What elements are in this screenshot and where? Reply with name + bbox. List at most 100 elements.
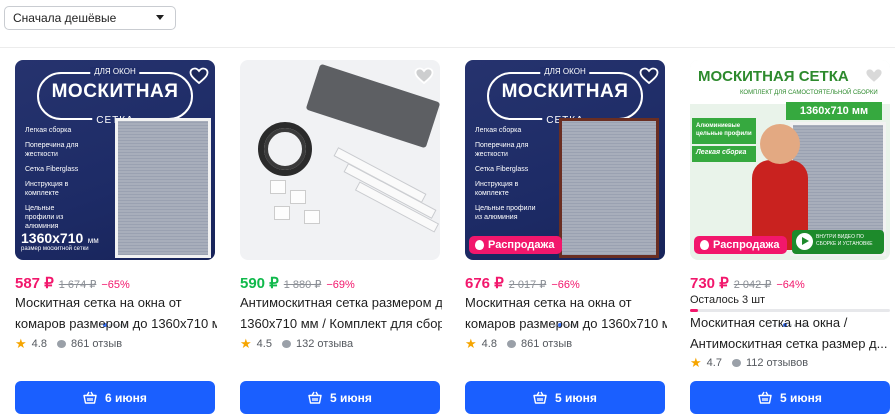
feature-item: Инструкция в комплекте <box>475 181 519 197</box>
basket-icon <box>83 391 97 404</box>
title-line: Москитная сетка на окна / <box>690 315 848 330</box>
product-image[interactable]: ДЛЯ ОКОН МОСКИТНАЯ СЕТКА Легкая сборка П… <box>465 60 665 260</box>
rating-row[interactable]: ★ 4.5 132 отзыва <box>240 336 353 352</box>
heart-icon[interactable] <box>414 66 434 86</box>
product-title[interactable]: Москитная сетка на окна от комаров разме… <box>15 292 217 334</box>
old-price: 2 042 ₽ <box>733 279 772 291</box>
image-heading: МОСКИТНАЯ СЕТКА <box>698 68 849 85</box>
chevron-down-icon <box>156 15 164 20</box>
corner-piece-image <box>270 180 286 194</box>
heart-icon[interactable] <box>189 66 209 86</box>
banner-top-text: ДЛЯ ОКОН <box>540 67 590 76</box>
product-card[interactable]: МОСКИТНАЯ СЕТКА КОМПЛЕКТ ДЛЯ САМОСТОЯТЕЛ… <box>690 60 892 419</box>
price: 587 ₽ <box>15 275 54 292</box>
rating-value: 4.7 <box>706 357 722 369</box>
corner-piece-image <box>304 210 320 224</box>
price-row: 590 ₽ 1 880 ₽ −69% <box>240 274 355 292</box>
rating-row[interactable]: ★ 4.7 112 отзывов <box>690 355 808 371</box>
feature-item: Инструкция в комплекте <box>25 181 69 197</box>
basket-icon <box>758 391 772 404</box>
delivery-date: 6 июня <box>105 390 147 405</box>
product-image[interactable]: ДЛЯ ОКОН МОСКИТНАЯ СЕТКА Легкая сборка П… <box>15 60 215 260</box>
stock-left: Осталось 3 шт <box>690 294 766 306</box>
old-price: 1 880 ₽ <box>283 279 322 291</box>
rating-value: 4.8 <box>481 338 497 350</box>
add-to-cart-button[interactable]: 5 июня <box>690 381 890 414</box>
add-to-cart-button[interactable]: 6 июня <box>15 381 215 414</box>
price: 676 ₽ <box>465 275 504 292</box>
size-label: 1360х710 мм <box>786 102 882 120</box>
product-title[interactable]: Москитная сетка на окна от комаров разме… <box>465 292 667 334</box>
size-caption: размер москитной сетки <box>21 246 89 252</box>
add-to-cart-button[interactable]: 5 июня <box>240 381 440 414</box>
feature-item: Поперечина для жесткости <box>25 142 79 158</box>
feature-badge: Алюминиевые цельные профили <box>692 118 756 144</box>
basket-icon <box>308 391 322 404</box>
feature-item: Легкая сборка <box>475 127 522 134</box>
comment-icon <box>506 340 516 348</box>
feature-item: Легкая сборка <box>25 127 72 134</box>
review-count: 861 отзыв <box>520 338 573 350</box>
product-title[interactable]: Антимоскитная сетка размером до 1360х710… <box>240 292 442 334</box>
title-line: комаров размером до 1360х710 м... <box>15 316 217 331</box>
product-image[interactable] <box>240 60 440 260</box>
sort-dropdown[interactable]: Сначала дешёвые <box>4 6 176 30</box>
rating-value: 4.5 <box>256 338 272 350</box>
product-title[interactable]: Москитная сетка на окна / Антимоскитная … <box>690 312 892 354</box>
size-value: 1360х710 <box>21 230 84 246</box>
feature-item: Сетка Fiberglass <box>25 166 79 173</box>
mesh-frame-image <box>559 118 659 258</box>
image-banner: ДЛЯ ОКОН МОСКИТНАЯ СЕТКА <box>37 67 193 126</box>
rating-row[interactable]: ★ 4.8 861 отзыв <box>15 336 122 352</box>
basket-icon <box>533 391 547 404</box>
comment-icon <box>731 359 741 367</box>
feature-item: Цельные профили из алюминия <box>475 205 536 221</box>
price-row: 676 ₽ 2 017 ₽ −66% <box>465 274 580 292</box>
feature-item: Цельные профили из алюминия <box>25 205 64 230</box>
discount: −69% <box>326 279 355 291</box>
video-badge: ВНУТРИ ВИДЕО ПО СБОРКЕ И УСТАНОВКЕ <box>792 230 884 254</box>
fire-icon <box>700 240 709 250</box>
product-card[interactable]: ДЛЯ ОКОН МОСКИТНАЯ СЕТКА Легкая сборка П… <box>465 60 667 419</box>
fire-icon <box>475 240 484 250</box>
comment-icon <box>281 340 291 348</box>
discount: −64% <box>776 279 805 291</box>
banner-main-text: МОСКИТНАЯ <box>501 81 629 102</box>
divider <box>0 47 895 48</box>
feature-item: Сетка Fiberglass <box>475 166 529 173</box>
price-row: 587 ₽ 1 674 ₽ −65% <box>15 274 130 292</box>
banner-top-text: ДЛЯ ОКОН <box>90 67 140 76</box>
product-image[interactable]: МОСКИТНАЯ СЕТКА КОМПЛЕКТ ДЛЯ САМОСТОЯТЕЛ… <box>690 60 890 260</box>
sale-label: Распродажа <box>488 239 555 251</box>
title-line: Антимоскитная сетка размер д... <box>690 336 888 351</box>
price-row: 730 ₽ 2 042 ₽ −64% <box>690 274 805 292</box>
add-to-cart-button[interactable]: 5 июня <box>465 381 665 414</box>
heart-icon[interactable] <box>864 66 884 86</box>
image-subheading: КОМПЛЕКТ ДЛЯ САМОСТОЯТЕЛЬНОЙ СБОРКИ <box>740 90 878 96</box>
sort-dropdown-value: Сначала дешёвые <box>13 11 117 25</box>
old-price: 2 017 ₽ <box>508 279 547 291</box>
feature-list: Легкая сборка Поперечина для жесткости С… <box>25 126 85 237</box>
title-line: 1360х710 мм / Комплект для сборки <box>240 316 442 331</box>
star-icon: ★ <box>465 336 477 351</box>
discount: −66% <box>551 279 580 291</box>
delivery-date: 5 июня <box>330 390 372 405</box>
rating-row[interactable]: ★ 4.8 861 отзыв <box>465 336 572 352</box>
person-face-image <box>760 124 800 164</box>
heart-icon[interactable] <box>639 66 659 86</box>
mesh-frame-image <box>115 118 211 258</box>
star-icon: ★ <box>15 336 27 351</box>
feature-item: Поперечина для жесткости <box>475 142 529 158</box>
corner-piece-image <box>290 190 306 204</box>
product-card[interactable]: ДЛЯ ОКОН МОСКИТНАЯ СЕТКА Легкая сборка П… <box>15 60 217 419</box>
review-count: 132 отзыва <box>295 338 354 350</box>
sale-badge: Распродажа <box>469 236 562 254</box>
title-line: комаров размером до 1360х710 м... <box>465 316 667 331</box>
price: 590 ₽ <box>240 275 279 292</box>
review-count: 112 отзывов <box>745 357 809 369</box>
review-count: 861 отзыв <box>70 338 123 350</box>
star-icon: ★ <box>240 336 252 351</box>
corner-piece-image <box>274 206 290 220</box>
comment-icon <box>56 340 66 348</box>
product-card[interactable]: 590 ₽ 1 880 ₽ −69% Антимоскитная сетка р… <box>240 60 442 419</box>
